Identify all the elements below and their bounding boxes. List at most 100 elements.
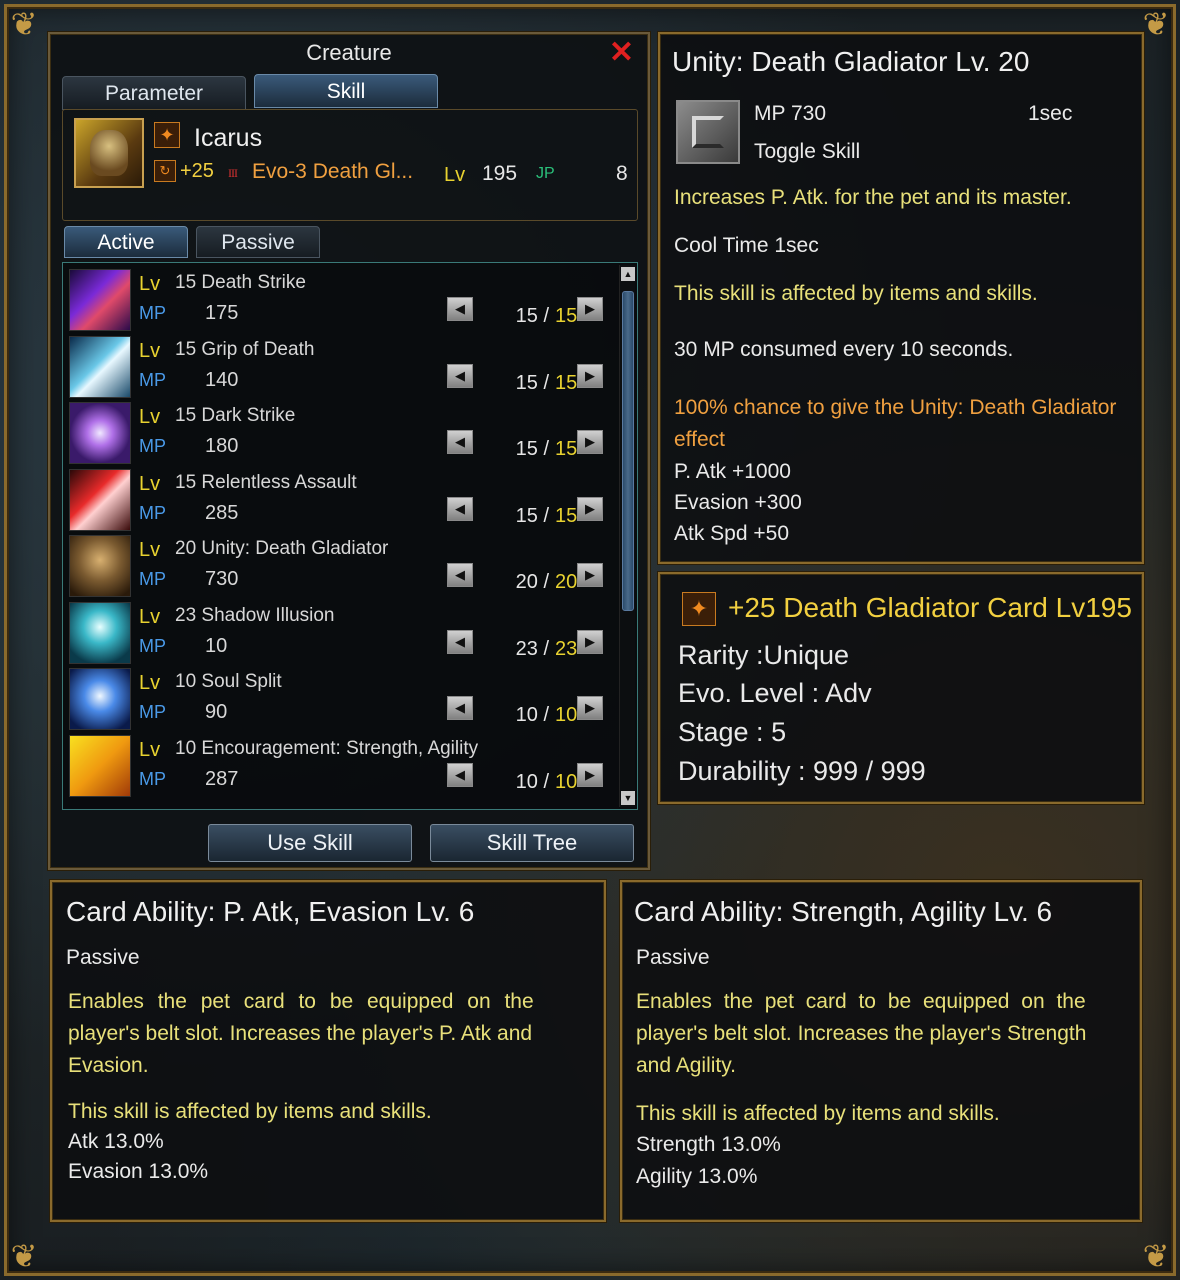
skill-level-max: 15	[555, 371, 578, 394]
level-decrease-icon[interactable]: ◀	[447, 629, 473, 654]
scroll-thumb[interactable]	[622, 291, 634, 611]
skill-cool-time: Cool Time 1sec	[674, 234, 819, 257]
level-decrease-icon[interactable]: ◀	[447, 762, 473, 787]
dark-strike-icon[interactable]	[69, 402, 131, 464]
ability-title: Card Ability: P. Atk, Evasion Lv. 6	[66, 896, 475, 927]
level-increase-icon[interactable]: ▶	[577, 363, 603, 388]
skill-name: 15 Relentless Assault	[175, 471, 357, 493]
skill-mp-cost: 90	[205, 701, 228, 723]
soul-split-icon[interactable]	[69, 668, 131, 730]
level-decrease-icon[interactable]: ◀	[447, 430, 473, 454]
skill-mp-label: MP	[139, 502, 166, 523]
skill-mp-cost: MP 730	[754, 102, 826, 125]
ability-stat: Strength 13.0%	[636, 1133, 781, 1156]
death-strike-icon[interactable]	[69, 269, 131, 331]
skill-row[interactable]: Lv MP 15 Relentless Assault 285 ◀ 15 / 15 ▶	[69, 467, 619, 533]
skill-row[interactable]: Lv MP 15 Death Strike 175 ◀ 15 / 15 ▶	[69, 267, 619, 333]
skill-row[interactable]: Lv MP 23 Shadow Illusion 10 ◀ 23 / 23 ▶	[69, 600, 619, 666]
skill-level-current: 10 /	[515, 770, 549, 793]
skill-level-max: 15	[555, 438, 578, 460]
level-increase-icon[interactable]: ▶	[577, 629, 603, 654]
skill-level-max: 10	[555, 704, 578, 726]
level-increase-icon[interactable]: ▶	[577, 563, 603, 587]
skill-lv-label: Lv	[139, 738, 161, 761]
tab-skill[interactable]: Skill	[254, 74, 438, 108]
subtab-active[interactable]: Active	[64, 226, 188, 258]
skill-name: 20 Unity: Death Gladiator	[175, 538, 389, 559]
ability-description-line: player's belt slot. Increases the player…	[68, 1022, 533, 1045]
corner-ornament-icon: ❦	[10, 6, 38, 42]
ability-affected-note: This skill is affected by items and skil…	[636, 1102, 1000, 1125]
skill-level-max: 15	[555, 305, 578, 327]
pet-name: Icarus	[194, 124, 263, 152]
skill-name: 10 Encouragement: Strength, Agility	[175, 737, 479, 759]
ability-description-line: Enables the pet card to be equipped on t…	[636, 990, 1086, 1013]
level-decrease-icon[interactable]: ◀	[447, 363, 473, 388]
skill-name: 15 Grip of Death	[175, 338, 315, 360]
pet-portrait	[74, 118, 144, 188]
skill-row[interactable]: Lv MP 20 Unity: Death Gladiator 730 ◀ 20 / 20 ▶	[69, 533, 619, 599]
use-skill-button[interactable]: Use Skill	[208, 824, 412, 862]
skill-mp-cost: 287	[205, 767, 239, 790]
close-icon[interactable]: ✕	[609, 38, 634, 68]
skill-level-max: 20	[555, 571, 578, 593]
subtab-passive[interactable]: Passive	[196, 226, 320, 258]
skill-row[interactable]: Lv MP 10 Encouragement: Strength, Agility 2…	[69, 733, 619, 799]
unity-death-gladiator-icon[interactable]	[69, 535, 131, 597]
level-increase-icon[interactable]: ▶	[577, 762, 603, 787]
corner-ornament-icon: ❦	[10, 1238, 38, 1274]
level-increase-icon[interactable]: ▶	[577, 496, 603, 521]
skill-list-scrollbar[interactable]: ▲ ▼	[619, 265, 635, 807]
skill-effect: P. Atk +1000	[674, 460, 791, 483]
skill-level-current: 15 /	[515, 371, 549, 394]
ability-description-line: and Agility.	[636, 1054, 737, 1077]
level-increase-icon[interactable]: ▶	[577, 297, 603, 321]
ability-description-line: player's belt slot. Increases the player…	[636, 1022, 1087, 1045]
relentless-assault-icon[interactable]	[69, 468, 131, 531]
skill-mp-cost: 180	[205, 435, 239, 457]
skill-lv-label: Lv	[139, 406, 161, 428]
card-ability-tooltip-right: Card Ability: Strength, Agility Lv. 6 Pa…	[620, 880, 1142, 1222]
skill-row[interactable]: Lv MP 15 Grip of Death 140 ◀ 15 / 15 ▶	[69, 334, 619, 400]
ability-stat: Agility 13.0%	[636, 1165, 758, 1188]
level-decrease-icon[interactable]: ◀	[447, 563, 473, 587]
scroll-down-icon[interactable]: ▼	[621, 791, 635, 805]
card-rarity: Rarity :Unique	[678, 640, 850, 670]
grip-of-death-icon[interactable]	[69, 335, 131, 398]
tier-mark: III	[228, 166, 238, 180]
shadow-illusion-icon[interactable]	[69, 601, 131, 664]
skill-row[interactable]: Lv MP 10 Soul Split 90 ◀ 10 / 10 ▶	[69, 666, 619, 732]
card-tooltip-title: +25 Death Gladiator Card Lv195	[728, 592, 1132, 623]
skill-mp-cost: 140	[205, 368, 239, 391]
skill-mp-label: MP	[139, 436, 166, 456]
tab-parameter[interactable]: Parameter	[62, 76, 246, 110]
skill-name: 15 Dark Strike	[175, 405, 296, 426]
skill-cast-time: 1sec	[1028, 102, 1073, 125]
skill-list: Lv MP 15 Death Strike 175 ◀ 15 /15 ▶ Lv MP 15 Gri…	[62, 262, 638, 810]
ability-description-line: Enables the pet card to be equipped on t…	[68, 990, 534, 1013]
scroll-up-icon[interactable]: ▲	[621, 267, 635, 281]
skill-row[interactable]: Lv MP 15 Dark Strike 180 ◀ 15 / 15 ▶	[69, 400, 619, 466]
pet-lv-label: Lv	[444, 164, 466, 186]
level-increase-icon[interactable]: ▶	[577, 696, 603, 720]
skill-tree-button[interactable]: Skill Tree	[430, 824, 634, 862]
card-element-icon: ✦	[154, 122, 180, 148]
level-decrease-icon[interactable]: ◀	[447, 496, 473, 521]
pet-enhance: +25	[180, 160, 214, 182]
skill-lv-label: Lv	[139, 339, 161, 362]
skill-type: Toggle Skill	[754, 140, 861, 163]
ability-title: Card Ability: Strength, Agility Lv. 6	[634, 896, 1053, 927]
enhance-icon: ↻	[154, 160, 176, 182]
skill-chance-line-1: 100% chance to give the Unity: Death Gla…	[674, 396, 1117, 419]
skill-lv-label: Lv	[139, 672, 161, 694]
card-stage: Stage : 5	[678, 717, 787, 747]
skill-consumption: 30 MP consumed every 10 seconds.	[674, 338, 1014, 361]
encouragement-icon[interactable]	[69, 734, 131, 797]
level-decrease-icon[interactable]: ◀	[447, 297, 473, 321]
level-decrease-icon[interactable]: ◀	[447, 696, 473, 720]
skill-level-max: 15	[555, 504, 578, 527]
skill-lv-label: Lv	[139, 539, 161, 561]
card-tooltip: ✦ +25 Death Gladiator Card Lv195 Rarity …	[658, 572, 1144, 804]
level-increase-icon[interactable]: ▶	[577, 430, 603, 454]
corner-ornament-icon: ❦	[1142, 1238, 1170, 1274]
